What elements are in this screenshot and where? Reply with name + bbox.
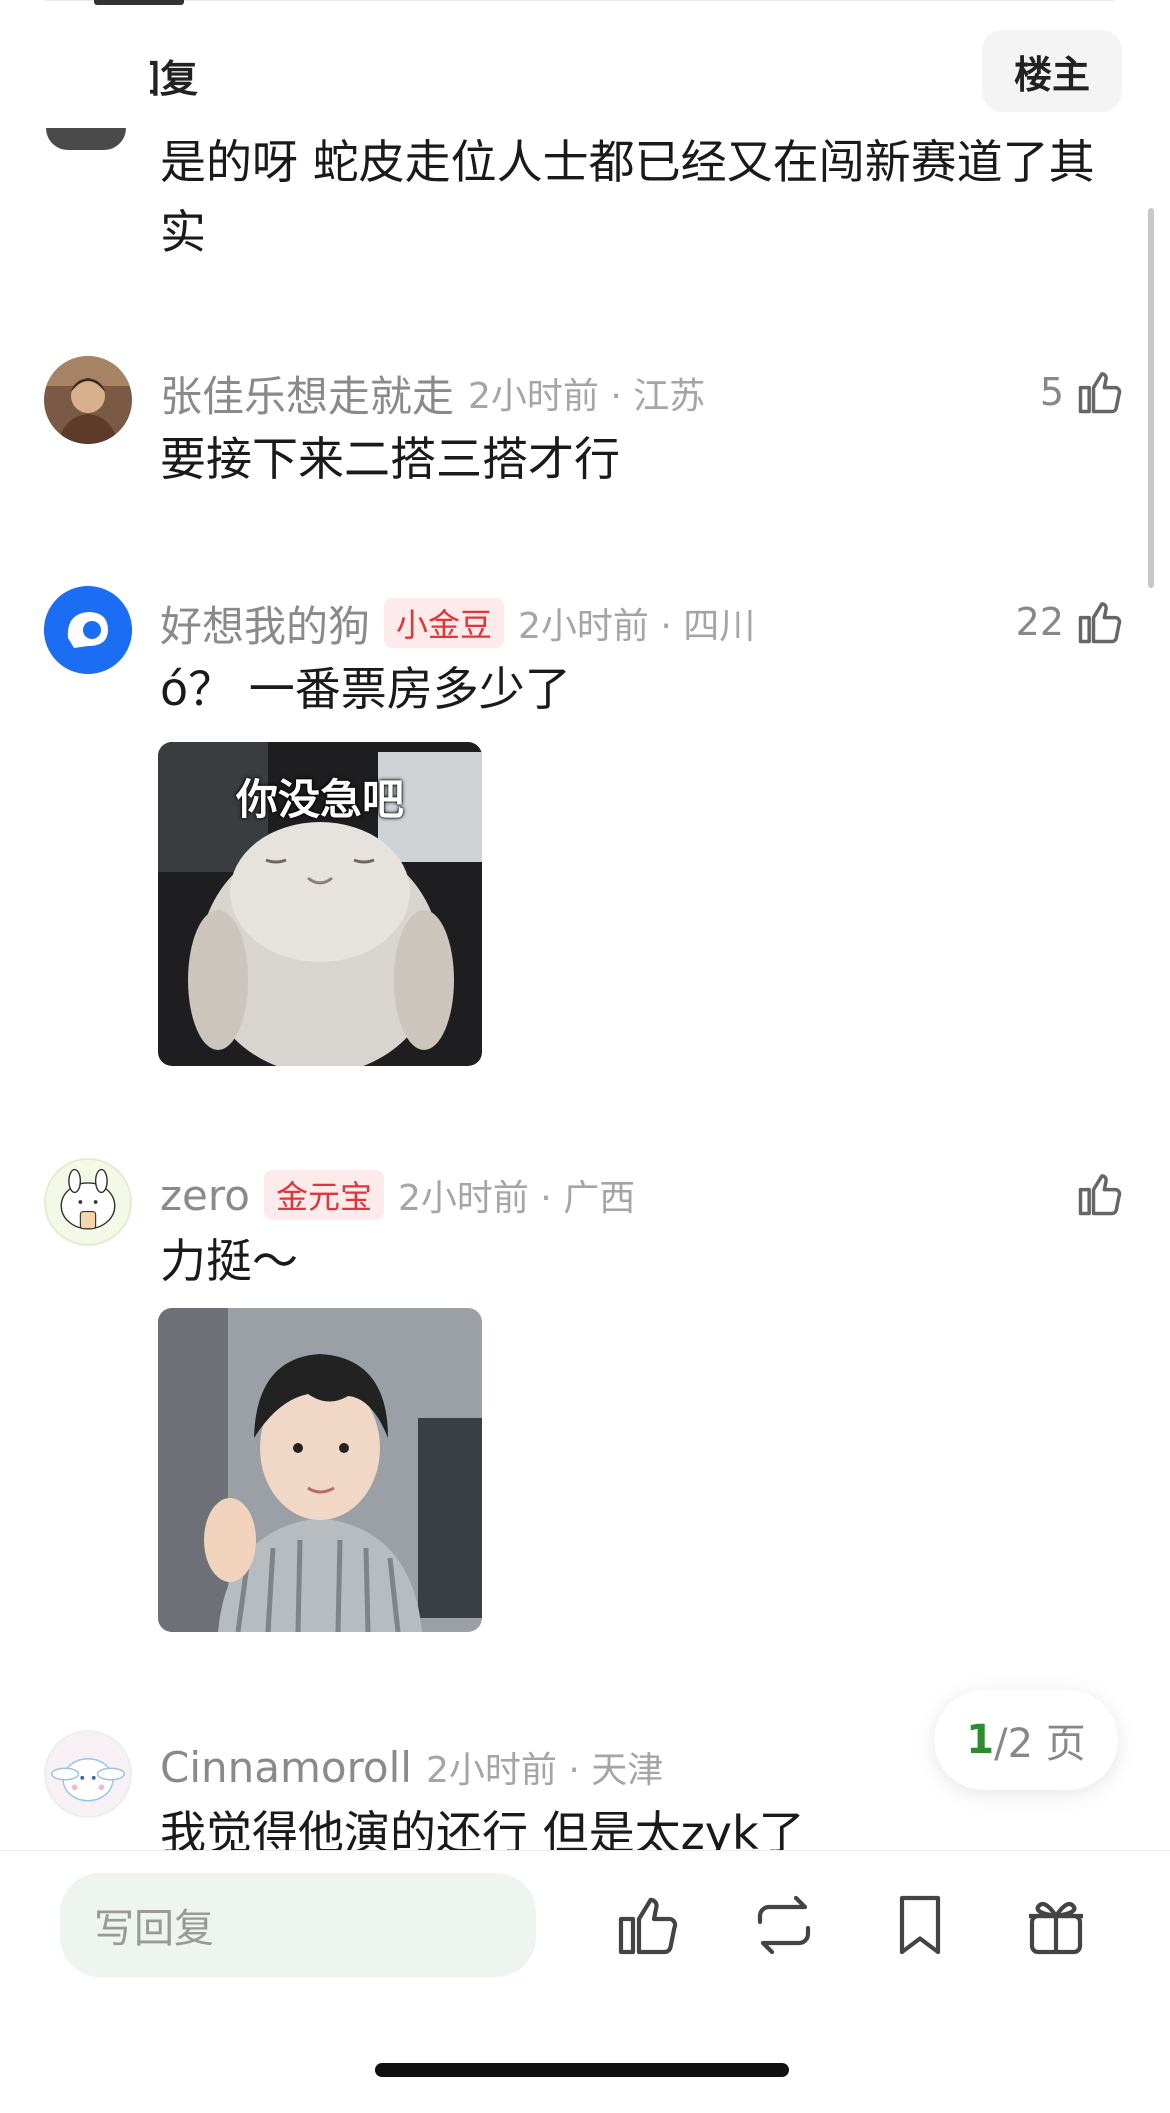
portrait-photo: [158, 1308, 482, 1632]
bookmark-icon: [899, 1895, 941, 1955]
comment-meta-row: 张佳乐想走就走 2小时前 · 江苏: [160, 368, 706, 421]
thumbs-up-icon: [1078, 1174, 1122, 1216]
avatar[interactable]: [44, 1158, 132, 1246]
username[interactable]: zero: [160, 1171, 250, 1220]
comment-text: 要接下来二搭三搭才行: [160, 432, 620, 486]
repost-button[interactable]: [748, 1889, 820, 1961]
avatar[interactable]: [44, 1730, 132, 1818]
username[interactable]: 好想我的狗: [160, 593, 370, 654]
repost-icon: [757, 1895, 811, 1955]
reply-input[interactable]: 写回复: [60, 1873, 536, 1977]
op-only-button[interactable]: 楼主: [982, 30, 1122, 112]
tab-indicator: [94, 0, 184, 5]
total-pages: /2 页: [994, 1721, 1086, 1767]
username[interactable]: 张佳乐想走就走: [160, 363, 454, 424]
like-button[interactable]: [1074, 1166, 1126, 1222]
comment-image[interactable]: [158, 1308, 482, 1632]
comment-meta-row: zero 金元宝 2小时前 · 广西: [160, 1170, 635, 1220]
home-indicator[interactable]: [375, 2063, 789, 2077]
image-caption: 你没急吧: [235, 775, 404, 824]
thumbs-up-icon: [1078, 602, 1122, 644]
timestamp-location: 2小时前 · 四川: [518, 606, 756, 647]
thumbs-up-icon: [618, 1897, 678, 1955]
page-indicator[interactable]: 1/2 页: [934, 1690, 1118, 1790]
avatar-partial: [46, 128, 126, 150]
like-button[interactable]: 22: [1016, 594, 1126, 650]
bookmark-button[interactable]: [884, 1889, 956, 1961]
user-badge: 小金豆: [384, 598, 505, 648]
timestamp-location: 2小时前 · 江苏: [468, 376, 706, 417]
like-count: 5: [1039, 370, 1064, 414]
avatar-image: [44, 356, 132, 444]
thumbs-up-icon: [1078, 372, 1122, 414]
gift-icon: [1029, 1901, 1083, 1955]
like-post-button[interactable]: [612, 1889, 684, 1961]
comment-text: ó？ 一番票房多少了: [160, 662, 571, 716]
top-divider: [44, 0, 1114, 6]
like-button[interactable]: 5: [1040, 364, 1126, 420]
reply-header: 全部回复 楼主: [0, 30, 1170, 112]
avatar-image: [44, 586, 132, 674]
avatar-image: [46, 1160, 130, 1244]
gift-button[interactable]: [1020, 1889, 1092, 1961]
timestamp-location: 2小时前 · 广西: [397, 1178, 636, 1219]
avatar[interactable]: [44, 356, 132, 444]
username[interactable]: Cinnamoroll: [160, 1743, 412, 1792]
current-page: 1: [966, 1717, 995, 1763]
user-badge: 金元宝: [263, 1170, 384, 1220]
comment-text: 是的呀 蛇皮走位人士都已经又在闯新赛道了其实: [160, 135, 1095, 259]
bottom-action-bar: 写回复: [0, 1850, 1170, 2113]
comment-meta-row: Cinnamoroll 2小时前 · 天津: [160, 1742, 663, 1792]
header-mask: [30, 40, 150, 136]
like-count: 22: [1015, 600, 1064, 644]
timestamp-location: 2小时前 · 天津: [425, 1750, 664, 1791]
avatar[interactable]: [44, 586, 132, 674]
comment-text: 力挺～: [160, 1234, 298, 1288]
comment-image[interactable]: 你没急吧: [158, 742, 482, 1066]
comment-meta-row: 好想我的狗 小金豆 2小时前 · 四川: [160, 598, 756, 651]
scrollbar[interactable]: [1148, 208, 1154, 588]
comment-text: 我觉得他演的还行 但是太zyk了: [160, 1806, 805, 1850]
avatar-image: [46, 1732, 130, 1816]
